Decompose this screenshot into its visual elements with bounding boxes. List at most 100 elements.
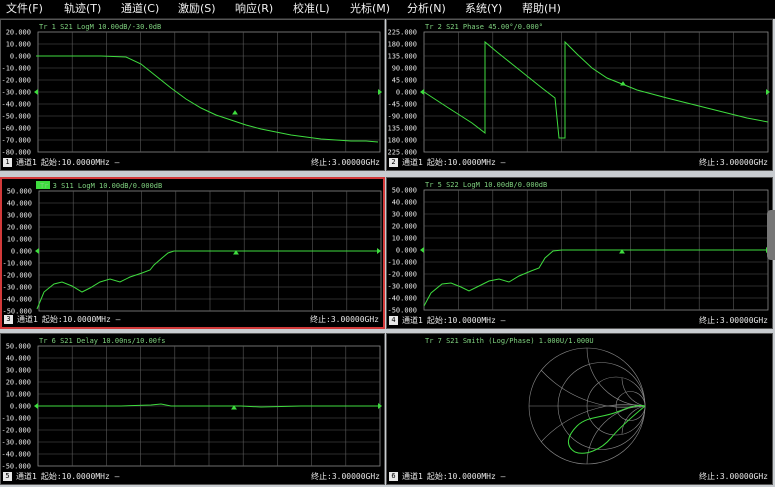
- ref-marker-left-icon: [34, 403, 38, 409]
- chart-3: 50.000 40.000 30.000 20.000 10.000 0.000 -10.0…: [2, 181, 382, 316]
- chart-5: 50.000 40.000 30.000 20.000 10.000 0.000 -10.0…: [1, 337, 382, 471]
- channel-label: 通道1: [17, 315, 38, 324]
- y-tick-label: 0.000: [396, 89, 417, 97]
- y-tick-label: -80.000: [1, 149, 31, 157]
- y-tick-label: -50.000: [1, 113, 31, 121]
- y-tick-label: 0.000: [10, 403, 31, 411]
- y-tick-label: 10.000: [7, 236, 32, 244]
- y-tick-label: 10.000: [6, 41, 31, 49]
- y-tick-label: 45.000: [392, 77, 417, 85]
- menu-response[interactable]: 响应(R): [235, 2, 273, 15]
- menu-bar: 文件(F) 轨迹(T) 通道(C) 激励(S) 响应(R) 校准(L) 光标(M…: [0, 0, 775, 19]
- trace-panel-6[interactable]: Tr 7 S21 Smith (Log/Phase) 1.000U/1.000U…: [386, 333, 773, 485]
- stop-freq: 终止:3.00000GHz: [311, 158, 380, 167]
- ref-marker-left-icon: [420, 247, 424, 253]
- y-tick-label: -30.000: [2, 284, 32, 292]
- panel-footer: 6 通道1 起始:10.0000MHz — 终止:3.00000GHz: [389, 471, 770, 483]
- channel-label: 通道1: [402, 472, 423, 481]
- y-tick-label: 50.000: [392, 187, 417, 195]
- y-tick-label: -10.000: [2, 260, 32, 268]
- start-freq: 起始:10.0000MHz —: [40, 472, 120, 481]
- trace-header: Tr 7 S21 Smith (Log/Phase) 1.000U/1.000U: [425, 337, 594, 345]
- trace-number[interactable]: 6: [389, 472, 398, 481]
- y-tick-label: 10.000: [6, 391, 31, 399]
- y-tick-label: 50.000: [7, 188, 32, 196]
- ref-marker-left-icon: [420, 89, 424, 95]
- chart-2: 225.000 180.000 135.000 90.000 45.000 0.000 -4…: [387, 23, 770, 157]
- smith-grid: [528, 347, 646, 465]
- channel-label: 通道1: [402, 316, 423, 325]
- panel-footer: 4 通道1 起始:10.0000MHz — 终止:3.00000GHz: [389, 315, 770, 327]
- y-tick-label: 30.000: [7, 212, 32, 220]
- y-tick-label: 180.000: [387, 41, 417, 49]
- trace-line: [38, 403, 378, 408]
- y-tick-label: -10.000: [387, 259, 417, 267]
- trace-number[interactable]: 2: [389, 158, 398, 167]
- y-tick-label: 30.000: [6, 367, 31, 375]
- y-tick-label: 20.000: [7, 224, 32, 232]
- marker-icon: [232, 110, 238, 115]
- trace-line: [36, 55, 379, 143]
- menu-stimulus[interactable]: 激励(S): [178, 2, 216, 15]
- menu-trace[interactable]: 轨迹(T): [64, 2, 101, 15]
- trace-header: Tr 6 S21 Delay 10.00ns/10.00fs: [39, 337, 165, 345]
- menu-file[interactable]: 文件(F): [6, 2, 43, 15]
- ref-marker-left-icon: [34, 89, 38, 95]
- trace-line: [423, 249, 767, 307]
- trace-number[interactable]: 3: [4, 315, 13, 324]
- y-tick-label: -30.000: [1, 89, 31, 97]
- trace-number[interactable]: 4: [389, 316, 398, 325]
- y-tick-label: -40.000: [1, 451, 31, 459]
- menu-channel[interactable]: 通道(C): [121, 2, 159, 15]
- ref-marker-left-icon: [35, 248, 39, 254]
- y-tick-label: -20.000: [1, 427, 31, 435]
- start-freq: 起始:10.0000MHz —: [40, 158, 120, 167]
- y-tick-label: -135.000: [387, 125, 417, 133]
- y-tick-label: -30.000: [1, 439, 31, 447]
- menu-calibration[interactable]: 校准(L): [293, 2, 330, 15]
- trace-panel-5[interactable]: 50.000 40.000 30.000 20.000 10.000 0.000 -10.0…: [0, 333, 385, 485]
- y-tick-label: -40.000: [1, 101, 31, 109]
- menu-system[interactable]: 系统(Y): [465, 2, 502, 15]
- y-tick-label: -20.000: [2, 272, 32, 280]
- trace-panel-1[interactable]: 20.000 10.000 0.000 -10.000 -20.000 -30.000 -4…: [0, 19, 385, 171]
- trace-panel-3[interactable]: 50.000 40.000 30.000 20.000 10.000 0.000 -10.0…: [0, 177, 385, 329]
- trace-number[interactable]: 5: [3, 472, 12, 481]
- trace-header: Tr 5 S22 LogM 10.00dB/0.000dB: [425, 181, 547, 189]
- start-freq: 起始:10.0000MHz —: [426, 316, 506, 325]
- y-tick-label: -60.000: [1, 125, 31, 133]
- stop-freq: 终止:3.00000GHz: [699, 472, 768, 481]
- trace-header: Tr 2 S21 Phase 45.00°/0.000°: [425, 23, 543, 31]
- trace-panel-4[interactable]: 50.000 40.000 30.000 20.000 10.000 0.000 -10.0…: [386, 177, 773, 329]
- y-tick-label: 40.000: [6, 355, 31, 363]
- trace-panel-2[interactable]: 225.000 180.000 135.000 90.000 45.000 0.000 -4…: [386, 19, 773, 171]
- menu-analysis[interactable]: 分析(N): [407, 2, 446, 15]
- side-panel-handle[interactable]: [767, 210, 775, 260]
- menu-help[interactable]: 帮助(H): [522, 2, 561, 15]
- panel-footer: 2 通道1 起始:10.0000MHz — 终止:3.00000GHz: [389, 157, 770, 169]
- y-tick-label: 225.000: [387, 29, 417, 37]
- y-tick-label: 50.000: [6, 343, 31, 351]
- menu-marker[interactable]: 光标(M): [350, 2, 390, 15]
- start-freq: 起始:10.0000MHz —: [426, 472, 506, 481]
- trace-header: Tr 3 S11 LogM 10.00dB/0.000dB: [40, 182, 162, 190]
- y-tick-label: 90.000: [392, 65, 417, 73]
- stop-freq: 终止:3.00000GHz: [311, 472, 380, 481]
- trace-grid: 20.000 10.000 0.000 -10.000 -20.000 -30.000 -4…: [0, 19, 775, 487]
- y-tick-label: 0.000: [396, 247, 417, 255]
- y-tick-label: 0.000: [10, 53, 31, 61]
- y-tick-label: -50.000: [1, 463, 31, 471]
- stop-freq: 终止:3.00000GHz: [699, 158, 768, 167]
- stop-freq: 终止:3.00000GHz: [310, 315, 379, 324]
- y-tick-label: 20.000: [392, 223, 417, 231]
- y-tick-label: -40.000: [2, 296, 32, 304]
- trace-number[interactable]: 1: [3, 158, 12, 167]
- stop-freq: 终止:3.00000GHz: [699, 316, 768, 325]
- chart-4: 50.000 40.000 30.000 20.000 10.000 0.000 -10.0…: [387, 181, 770, 315]
- start-freq: 起始:10.0000MHz —: [426, 158, 506, 167]
- y-tick-label: -70.000: [1, 137, 31, 145]
- y-tick-label: 20.000: [6, 29, 31, 37]
- channel-label: 通道1: [16, 158, 37, 167]
- y-tick-label: -20.000: [387, 271, 417, 279]
- y-tick-label: -40.000: [387, 295, 417, 303]
